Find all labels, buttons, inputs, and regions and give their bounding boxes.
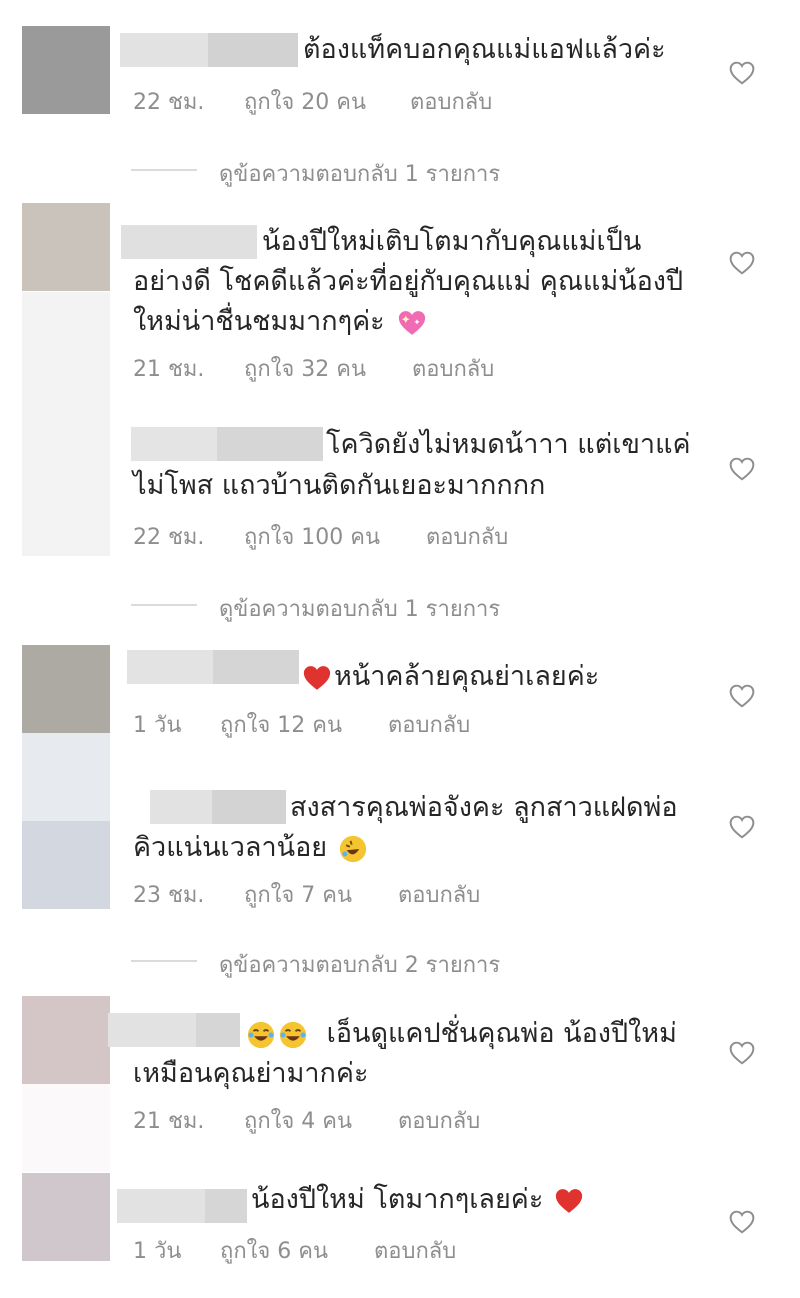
comment-time: 21 ชม. — [133, 1109, 205, 1134]
comment-text: เหมือนคุณย่ามากค่ะ — [133, 1058, 369, 1089]
divider-line — [131, 960, 197, 962]
joy-emoji-icon — [247, 1021, 275, 1048]
blurred-username[interactable] — [117, 1189, 247, 1223]
divider-line — [131, 169, 197, 171]
comment-time: 1 วัน — [133, 713, 182, 738]
joy-emoji-icon — [279, 1021, 307, 1048]
avatar[interactable] — [22, 1084, 110, 1172]
like-count[interactable]: ถูกใจ 6 คน — [220, 1233, 328, 1268]
view-replies-button[interactable]: ดูข้อความตอบกลับ 2 รายการ — [131, 947, 500, 982]
red-heart-icon — [303, 665, 331, 690]
blurred-username[interactable] — [150, 790, 286, 824]
like-count[interactable]: ถูกใจ 100 คน — [244, 519, 380, 554]
avatar[interactable] — [22, 821, 110, 909]
like-count[interactable]: ถูกใจ 4 คน — [244, 1103, 352, 1138]
comment-text: หน้าคล้ายคุณย่าเลยค่ะ — [302, 657, 599, 697]
reply-button[interactable]: ตอบกลับ — [374, 1233, 456, 1268]
blurred-username[interactable] — [108, 1013, 240, 1047]
comment-text: อย่างดี โชคดีแล้วค่ะที่อยู่กับคุณแม่ คุณ… — [133, 266, 684, 297]
rofl-emoji-icon — [339, 835, 366, 862]
reply-button[interactable]: ตอบกลับ — [388, 707, 470, 742]
comment-text: โควิดยังไม่หมดน้าาา แต่เขาแค่ — [326, 429, 691, 460]
divider-line — [131, 604, 197, 606]
blurred-username[interactable] — [121, 225, 257, 259]
blurred-username[interactable] — [120, 33, 298, 67]
heart-outline-icon[interactable] — [729, 815, 755, 839]
comment-time: 21 ชม. — [133, 357, 205, 382]
comment-text: น้องปีใหม่ โตมากๆเลยค่ะ — [251, 1180, 584, 1220]
comment-time: 22 ชม. — [133, 525, 205, 550]
avatar[interactable] — [22, 996, 110, 1084]
heart-outline-icon[interactable] — [729, 251, 755, 275]
view-replies-button[interactable]: ดูข้อความตอบกลับ 1 รายการ — [131, 156, 500, 191]
reply-button[interactable]: ตอบกลับ — [398, 1103, 480, 1138]
comment-time: 22 ชม. — [133, 90, 205, 115]
heart-outline-icon[interactable] — [729, 457, 755, 481]
blurred-username[interactable] — [131, 427, 323, 461]
comment-text: คิวแน่นเวลาน้อย — [133, 828, 368, 868]
like-count[interactable]: ถูกใจ 20 คน — [244, 84, 366, 119]
avatar[interactable] — [22, 733, 110, 821]
comment-text: สงสารคุณพ่อจังคะ ลูกสาวแฝดพ่อ — [290, 792, 678, 823]
heart-outline-icon[interactable] — [729, 684, 755, 708]
heart-outline-icon[interactable] — [729, 61, 755, 85]
heart-outline-icon[interactable] — [729, 1210, 755, 1234]
reply-button[interactable]: ตอบกลับ — [412, 351, 494, 386]
avatar[interactable] — [22, 292, 110, 556]
like-count[interactable]: ถูกใจ 32 คน — [244, 351, 366, 386]
comment-text: เอ็นดูแคปชั่นคุณพ่อ น้องปีใหม่ — [246, 1014, 677, 1054]
avatar[interactable] — [22, 26, 110, 114]
view-replies-button[interactable]: ดูข้อความตอบกลับ 1 รายการ — [131, 591, 500, 626]
comment-time: 1 วัน — [133, 1239, 182, 1264]
comment-time: 23 ชม. — [133, 883, 205, 908]
comment-text: ใหม่น่าชื่นชมมากๆค่ะ — [133, 302, 427, 342]
avatar[interactable] — [22, 203, 110, 291]
heart-outline-icon[interactable] — [729, 1041, 755, 1065]
red-heart-icon — [555, 1188, 583, 1213]
like-count[interactable]: ถูกใจ 7 คน — [244, 877, 352, 912]
reply-button[interactable]: ตอบกลับ — [398, 877, 480, 912]
comment-text: ไม่โพส แถวบ้านติดกันเยอะมากกกก — [133, 470, 546, 501]
reply-button[interactable]: ตอบกลับ — [410, 84, 492, 119]
sparkling-heart-icon — [399, 310, 426, 335]
blurred-username[interactable] — [127, 650, 299, 684]
reply-button[interactable]: ตอบกลับ — [426, 519, 508, 554]
comment-text: น้องปีใหม่เติบโตมากับคุณแม่เป็น — [262, 226, 642, 257]
comment-text: ต้องแท็คบอกคุณแม่แอฟแล้วค่ะ — [303, 34, 666, 65]
like-count[interactable]: ถูกใจ 12 คน — [220, 707, 342, 742]
avatar[interactable] — [22, 1173, 110, 1261]
avatar[interactable] — [22, 645, 110, 733]
